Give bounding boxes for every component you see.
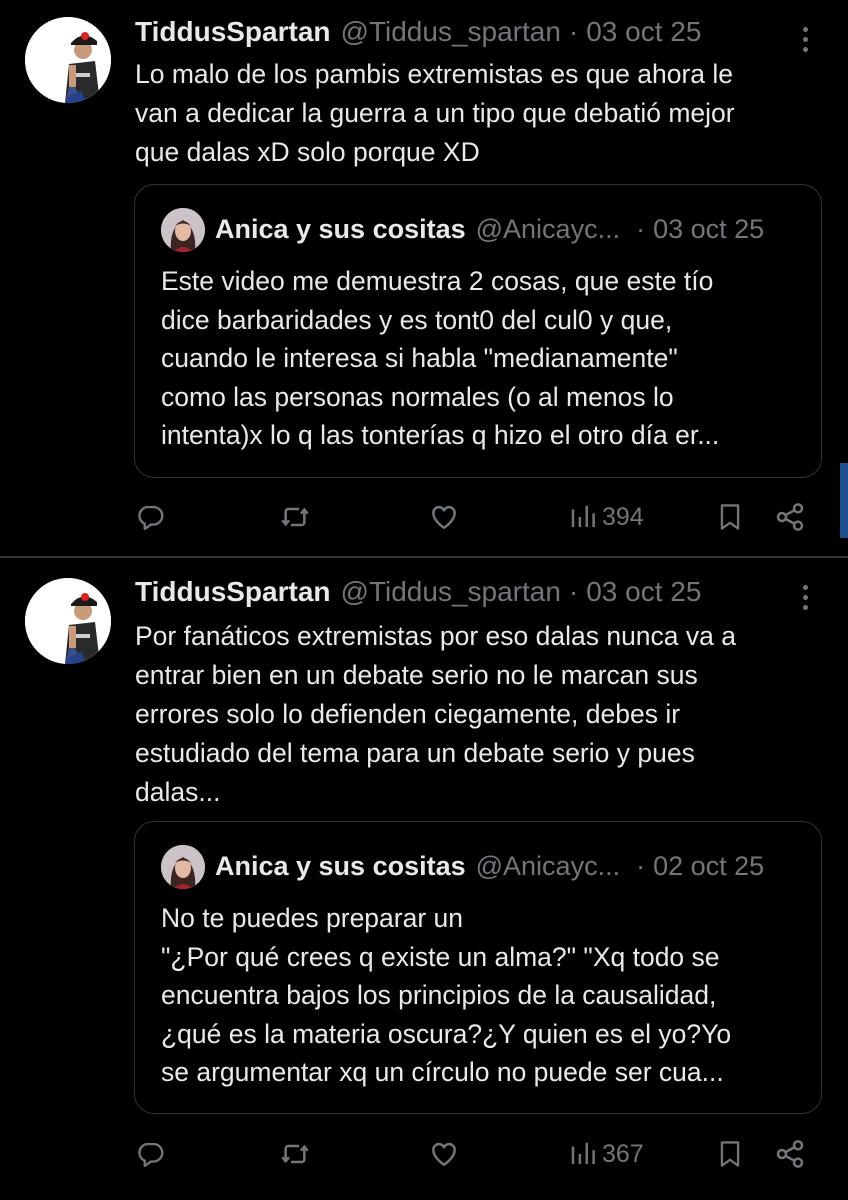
views-chart-icon [571,505,595,527]
like-button[interactable] [428,497,460,537]
repost-button[interactable] [279,1134,311,1174]
views-count: 367 [602,1139,644,1168]
quote-text: Este video me demuestra 2 cosas, que est… [161,266,720,450]
repost-icon [281,507,309,527]
tweet-actions: 367 [0,1134,848,1174]
quote-author-name[interactable]: Anica y sus cositas [215,851,466,882]
share-icon [776,503,804,531]
quoted-tweet[interactable]: Anica y sus cositas @Anicayc... · 03 oct… [134,184,822,478]
reply-button[interactable] [136,497,166,537]
tweet-header: TiddusSpartan @Tiddus_spartan · 03 oct 2… [135,575,701,609]
tweet-text: Lo malo de los pambis extremistas es que… [135,59,735,167]
author-name[interactable]: TiddusSpartan [135,16,331,48]
views-button[interactable]: 367 [568,1134,644,1174]
bookmark-button[interactable] [716,497,744,537]
tweet-text: Por fanáticos extremistas por eso dalas … [135,621,736,807]
separator-dot: · [568,576,579,607]
repost-button[interactable] [279,497,311,537]
author-handle[interactable]: @Tiddus_spartan [341,16,561,48]
quote-author-name[interactable]: Anica y sus cositas [215,214,466,245]
bookmark-icon [720,504,740,530]
quote-header: Anica y sus cositas @Anicayc... · 02 oct… [215,848,805,884]
more-vertical-icon[interactable] [795,22,815,56]
separator-dot: · [636,213,646,244]
avatar[interactable] [25,17,111,103]
quote-avatar [161,845,205,889]
repost-icon [281,1144,309,1164]
share-button[interactable] [774,497,806,537]
views-count: 394 [602,502,644,531]
quote-avatar-image [161,845,205,889]
like-button[interactable] [428,1134,460,1174]
quote-timestamp[interactable]: 02 oct 25 [653,851,764,882]
share-button[interactable] [774,1134,806,1174]
heart-icon [432,1142,456,1166]
scroll-indicator[interactable] [840,463,848,538]
quote-avatar [161,208,205,252]
more-vertical-icon[interactable] [795,580,815,614]
separator-dot: · [568,16,579,47]
quoted-tweet[interactable]: Anica y sus cositas @Anicayc... · 02 oct… [134,821,822,1114]
tweet[interactable]: TiddusSpartan @Tiddus_spartan · 03 oct 2… [0,0,848,558]
separator-dot: · [636,850,646,881]
quote-author-handle[interactable]: @Anicayc... [476,214,620,245]
quote-avatar-image [161,208,205,252]
bookmark-button[interactable] [716,1134,744,1174]
reply-icon [138,1142,164,1168]
tweet-header: TiddusSpartan @Tiddus_spartan · 03 oct 2… [135,15,701,49]
quote-author-handle[interactable]: @Anicayc... [476,851,620,882]
views-button[interactable]: 394 [568,497,644,537]
author-handle[interactable]: @Tiddus_spartan [341,576,561,608]
author-name[interactable]: TiddusSpartan [135,576,331,608]
reply-button[interactable] [136,1134,166,1174]
avatar-image [25,17,111,103]
tweet[interactable]: TiddusSpartan @Tiddus_spartan · 03 oct 2… [0,558,848,1200]
quote-header: Anica y sus cositas @Anicayc... · 03 oct… [215,211,805,247]
timestamp[interactable]: 03 oct 25 [586,16,701,48]
avatar[interactable] [25,578,111,664]
share-icon [776,1140,804,1168]
heart-icon [432,505,456,529]
quote-timestamp[interactable]: 03 oct 25 [653,214,764,245]
quote-text: No te puedes preparar un "¿Por qué crees… [161,903,732,1087]
avatar-image [25,578,111,664]
reply-icon [138,505,164,531]
views-chart-icon [571,1142,595,1164]
tweet-actions: 394 [0,497,848,537]
tweet-feed: TiddusSpartan @Tiddus_spartan · 03 oct 2… [0,0,848,1200]
bookmark-icon [720,1141,740,1167]
timestamp[interactable]: 03 oct 25 [586,576,701,608]
